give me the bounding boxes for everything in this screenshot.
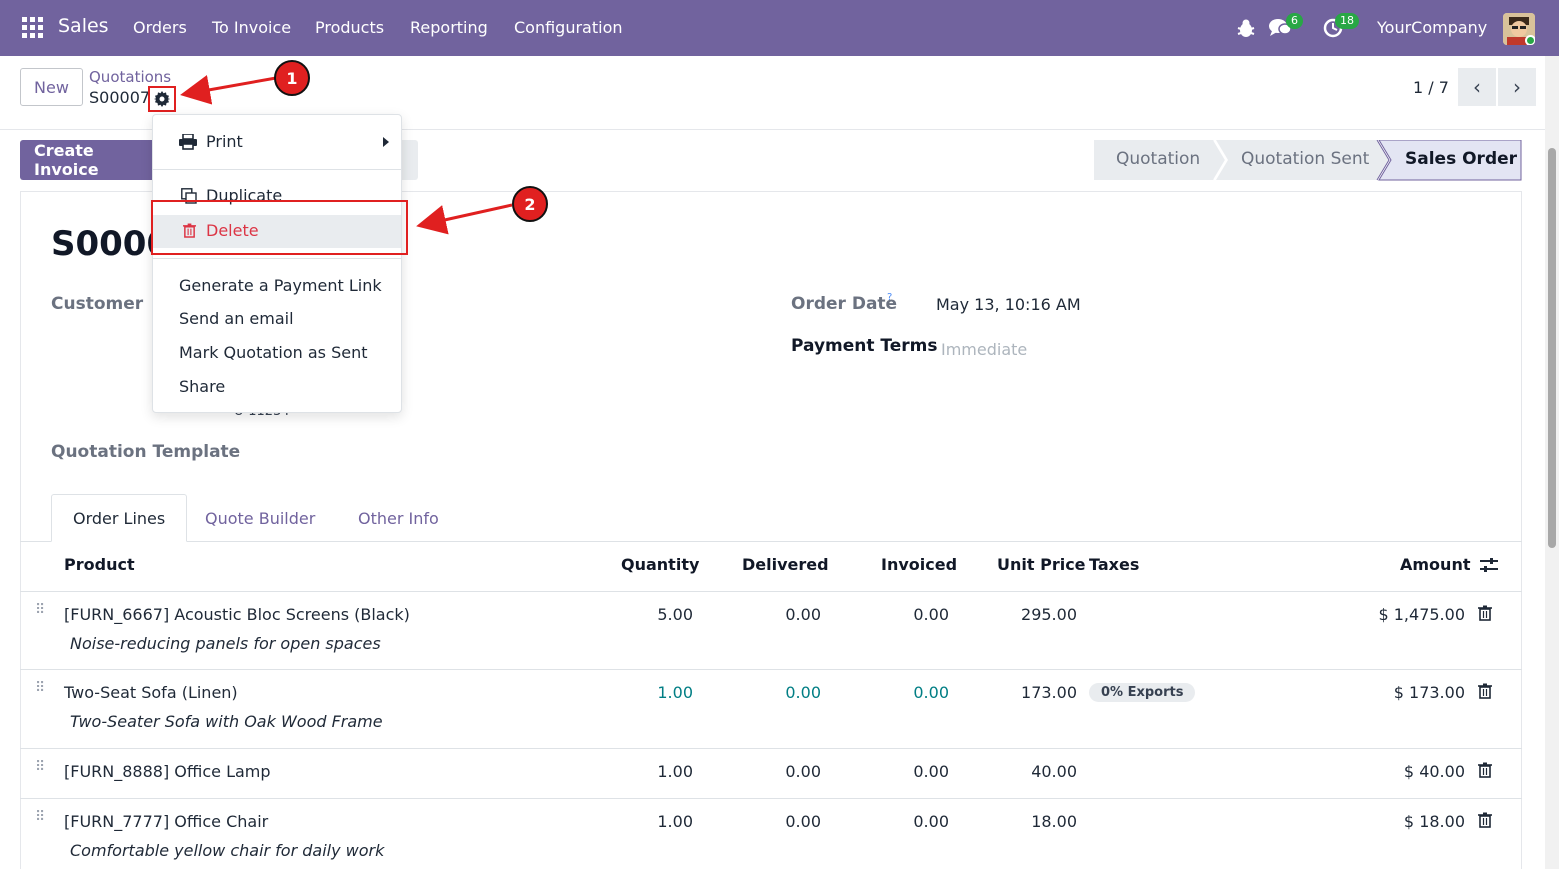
scrollbar-thumb[interactable] xyxy=(1548,148,1556,548)
callout-step-2: 2 xyxy=(512,186,548,222)
page-scrollbar[interactable] xyxy=(1545,56,1559,869)
annotation-arrows xyxy=(180,75,513,235)
callout-step-1: 1 xyxy=(274,60,310,96)
